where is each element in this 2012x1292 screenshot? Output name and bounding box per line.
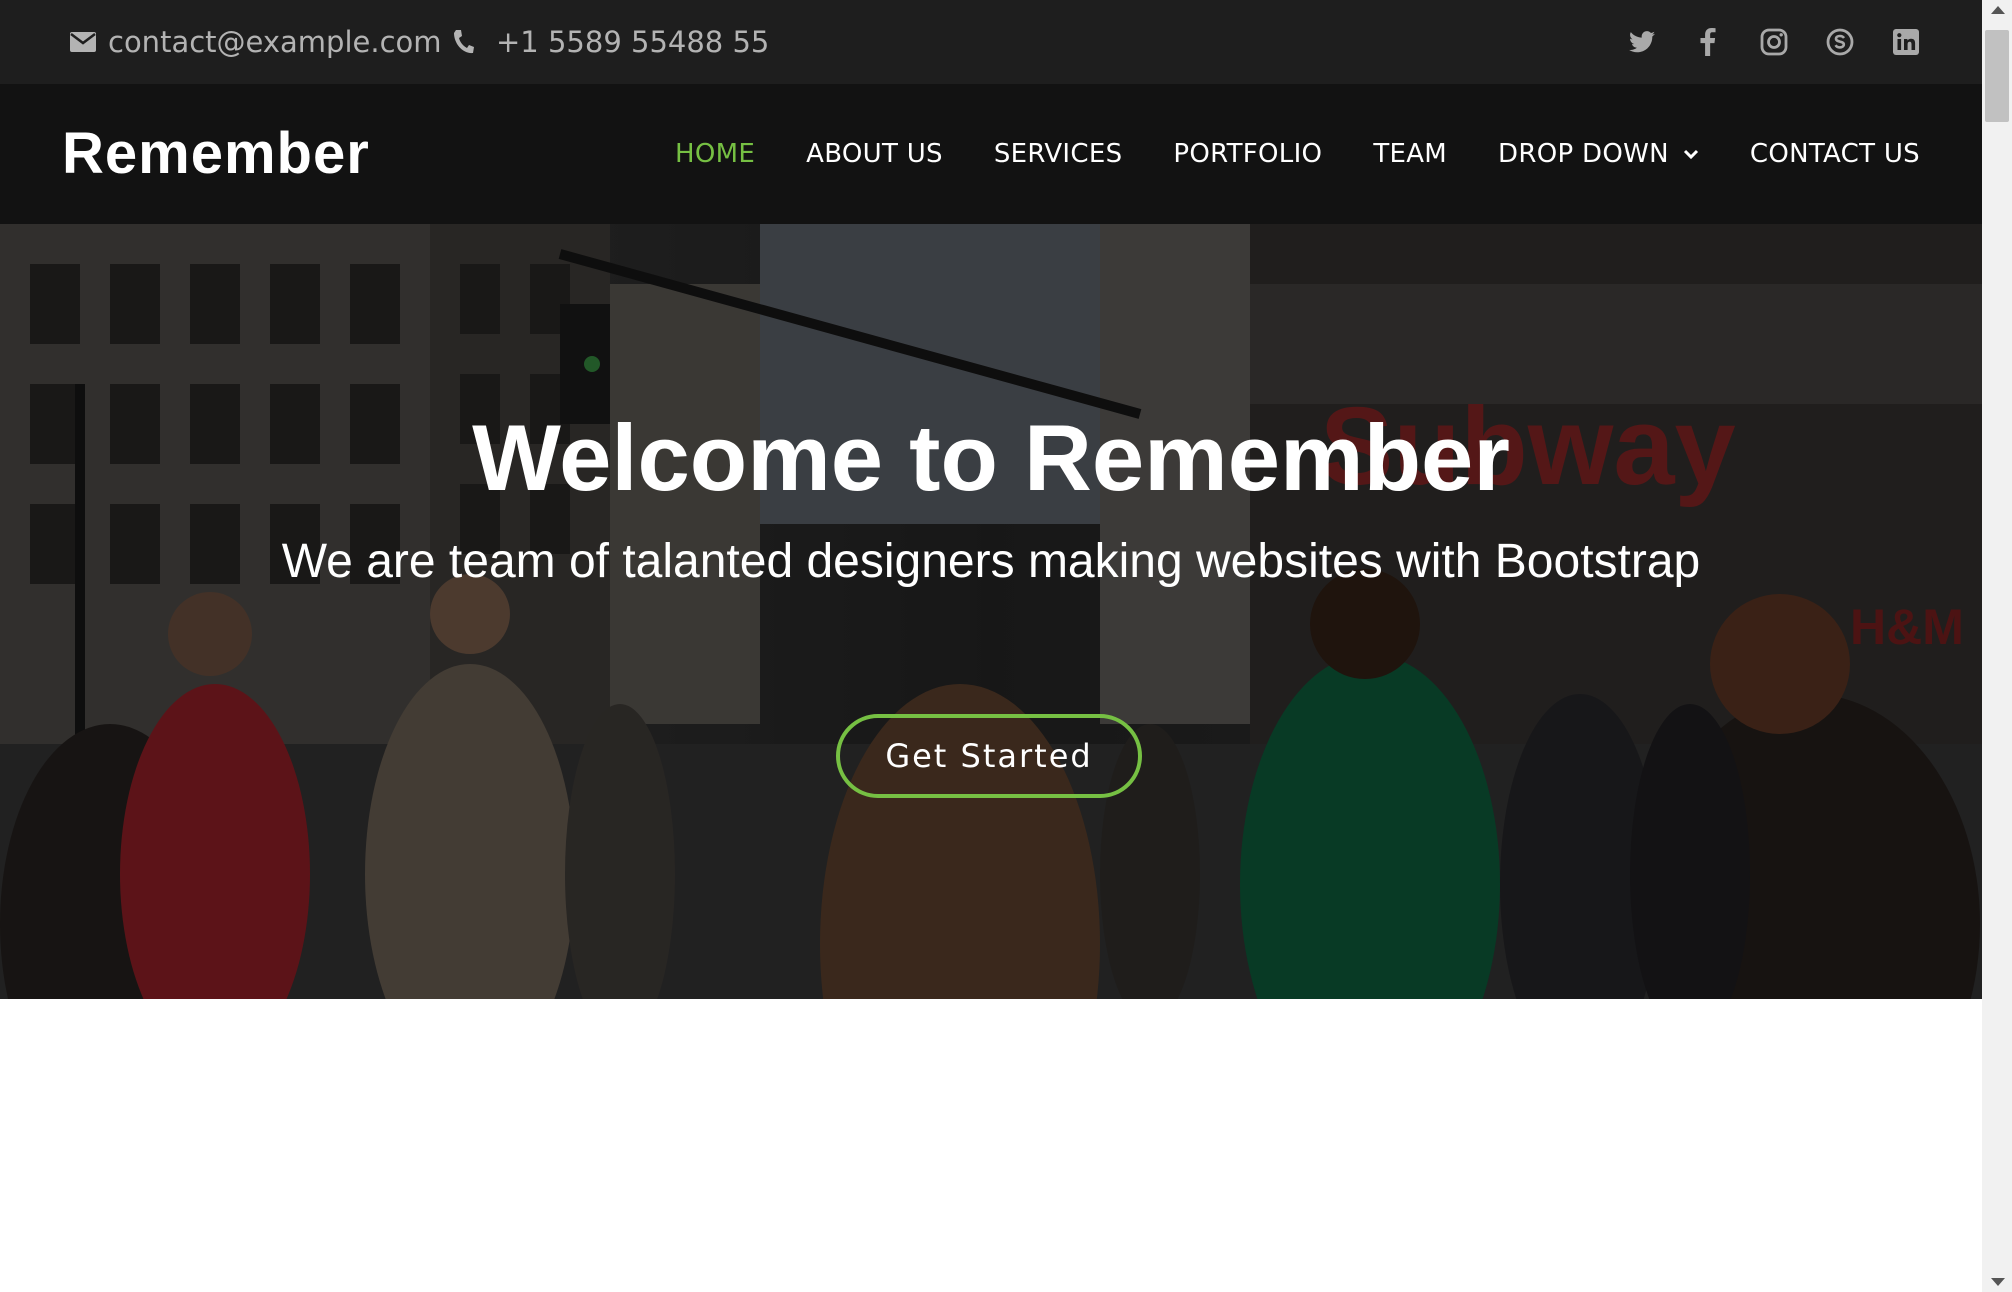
nav-item-portfolio[interactable]: PORTFOLIO	[1173, 139, 1322, 169]
social-links	[1628, 0, 1920, 84]
contact-phone-text: +1 5589 55488 55	[496, 25, 770, 59]
contact-email[interactable]: contact@example.com	[70, 0, 442, 84]
envelope-icon	[70, 32, 96, 52]
hero-title: Welcome to Remember	[472, 405, 1510, 510]
page-scrollbar[interactable]	[1982, 0, 2012, 1292]
twitter-icon[interactable]	[1628, 28, 1656, 56]
scroll-down-arrow-icon[interactable]	[1991, 1278, 2005, 1286]
nav-item-drop-down-label: DROP DOWN	[1498, 139, 1669, 169]
facebook-icon[interactable]	[1694, 28, 1722, 56]
site-logo[interactable]: Remember	[62, 84, 370, 224]
instagram-icon[interactable]	[1760, 28, 1788, 56]
linkedin-icon[interactable]	[1892, 28, 1920, 56]
nav-item-contact-us[interactable]: CONTACT US	[1750, 139, 1920, 169]
nav-item-team[interactable]: TEAM	[1373, 139, 1447, 169]
nav-item-about-us[interactable]: ABOUT US	[806, 139, 943, 169]
get-started-button[interactable]: Get Started	[836, 714, 1142, 798]
nav-item-services[interactable]: SERVICES	[994, 139, 1123, 169]
skype-icon[interactable]	[1826, 28, 1854, 56]
hero-dark-overlay	[0, 224, 1982, 999]
nav-item-drop-down[interactable]: DROP DOWN	[1498, 139, 1699, 169]
chevron-down-icon	[1683, 149, 1698, 160]
scrollbar-thumb[interactable]	[1985, 30, 2009, 122]
scroll-up-arrow-icon[interactable]	[1991, 6, 2005, 14]
contact-email-text: contact@example.com	[108, 25, 442, 59]
nav-item-home[interactable]: HOME	[675, 139, 755, 169]
contact-phone[interactable]: +1 5589 55488 55	[452, 0, 769, 84]
site-header: Remember HOME ABOUT US SERVICES PORTFOLI…	[0, 84, 1982, 224]
hero-section: Subway H&M Welcome to Remember We are te…	[0, 224, 1982, 999]
hero-subtitle: We are team of talanted designers making…	[281, 535, 1701, 588]
top-info-bar: contact@example.com +1 5589 55488 55	[0, 0, 1982, 84]
phone-icon	[454, 30, 474, 54]
main-nav: HOME ABOUT US SERVICES PORTFOLIO TEAM DR…	[675, 84, 1920, 224]
